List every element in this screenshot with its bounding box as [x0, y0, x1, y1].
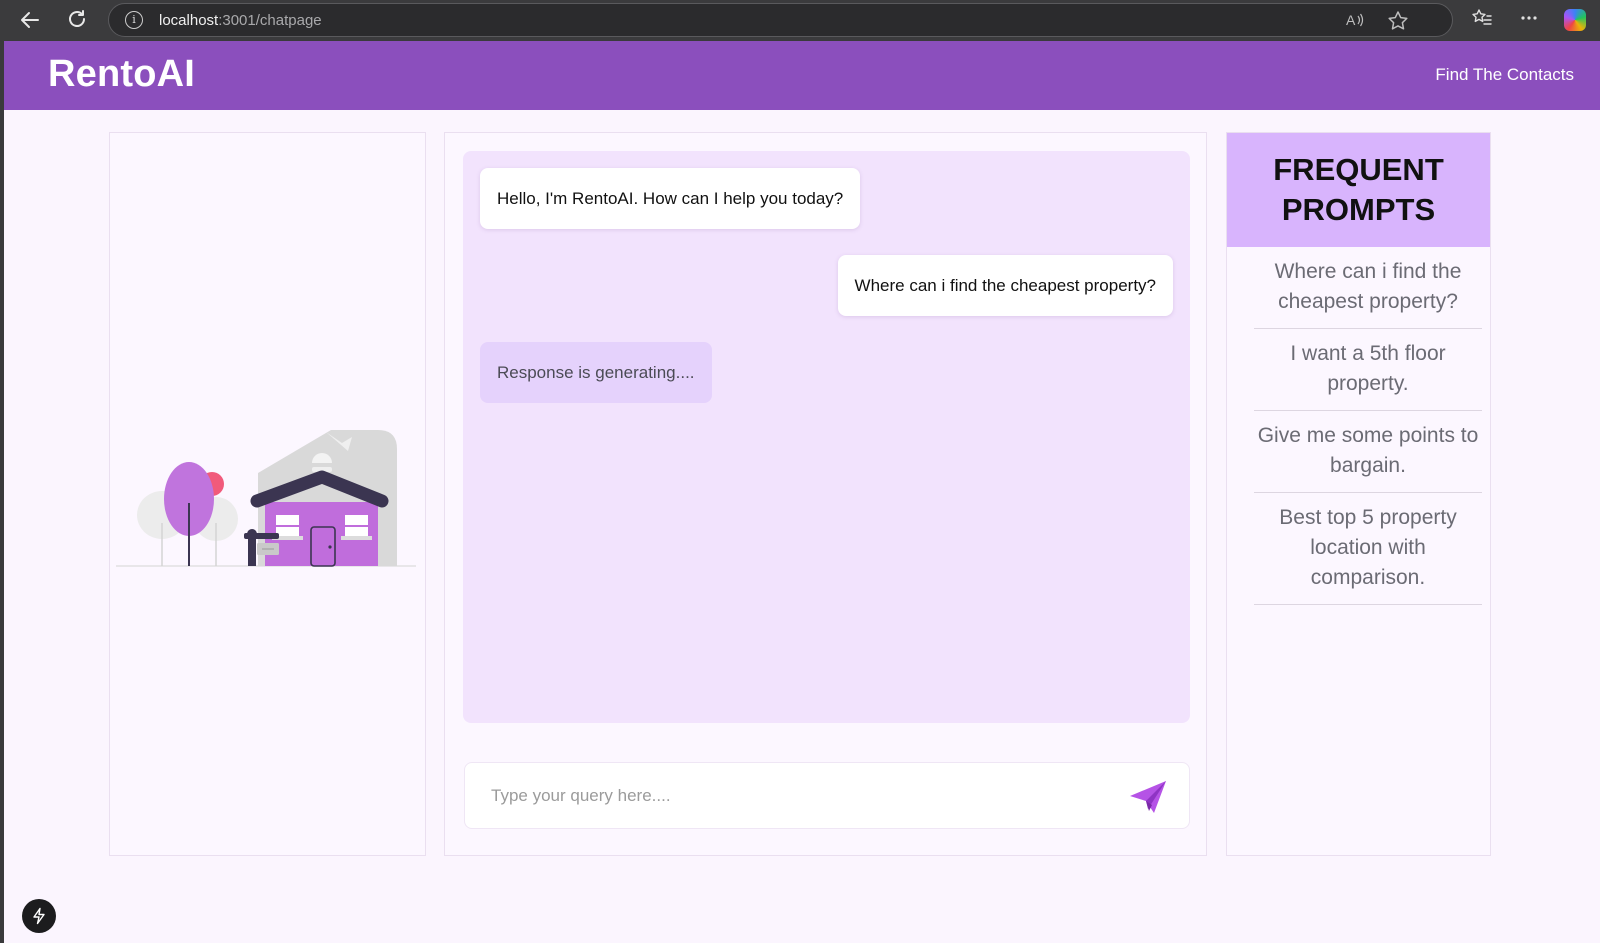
chat-messages[interactable]: Hello, I'm RentoAI. How can I help you t…: [463, 151, 1190, 723]
find-contacts-link[interactable]: Find The Contacts: [1435, 65, 1574, 85]
read-aloud-icon[interactable]: A: [1345, 10, 1365, 36]
prompt-item-top-5-locations[interactable]: Best top 5 property location with compar…: [1254, 493, 1482, 605]
url-path: :3001/chatpage: [218, 11, 322, 29]
address-bar[interactable]: i localhost:3001/chatpage A: [108, 3, 1453, 37]
illustration-panel: [109, 132, 426, 856]
response-loading-message: Response is generating....: [480, 342, 712, 403]
star-icon[interactable]: [1387, 10, 1409, 38]
url-host: localhost: [159, 11, 219, 29]
svg-text:A: A: [1346, 12, 1356, 28]
query-input-row: [464, 762, 1190, 829]
url-text: localhost:3001/chatpage: [159, 12, 322, 29]
prompt-list: Where can i find the cheapest property? …: [1254, 247, 1482, 605]
frequent-prompts-title-line1: FREQUENT: [1273, 152, 1444, 187]
page-viewport: RentoAI Find The Contacts Hello, I'm Ren…: [4, 41, 1600, 943]
browser-toolbar: i localhost:3001/chatpage A: [0, 0, 1600, 40]
send-button[interactable]: [1128, 779, 1168, 815]
site-info-icon[interactable]: i: [125, 11, 143, 29]
frequent-prompts-title: FREQUENT PROMPTS: [1227, 133, 1490, 247]
reload-icon[interactable]: [63, 6, 91, 34]
brand-logo[interactable]: RentoAI: [48, 53, 195, 96]
query-input[interactable]: [491, 763, 1111, 828]
frequent-prompts-panel: FREQUENT PROMPTS Where can i find the ch…: [1226, 132, 1491, 856]
prompt-item-bargain[interactable]: Give me some points to bargain.: [1236, 411, 1500, 492]
back-arrow-icon[interactable]: [16, 6, 44, 34]
frequent-prompts-title-line2: PROMPTS: [1281, 192, 1436, 227]
user-message: Where can i find the cheapest property?: [837, 255, 1173, 316]
more-icon[interactable]: [1518, 7, 1540, 36]
prompt-item-5th-floor[interactable]: I want a 5th floor property.: [1254, 329, 1482, 411]
app-header: RentoAI Find The Contacts: [4, 41, 1600, 110]
house-illustration: [116, 430, 416, 567]
dev-tools-bolt-button[interactable]: [22, 899, 56, 933]
bot-message: Hello, I'm RentoAI. How can I help you t…: [480, 168, 861, 229]
prompt-item-cheapest-property[interactable]: Where can i find the cheapest property?: [1254, 247, 1482, 329]
favorites-icon[interactable]: [1471, 7, 1493, 36]
lightning-icon: [33, 907, 45, 925]
chat-panel: Hello, I'm RentoAI. How can I help you t…: [444, 132, 1207, 856]
send-paper-plane-icon: [1130, 781, 1166, 813]
copilot-icon[interactable]: [1564, 9, 1586, 31]
